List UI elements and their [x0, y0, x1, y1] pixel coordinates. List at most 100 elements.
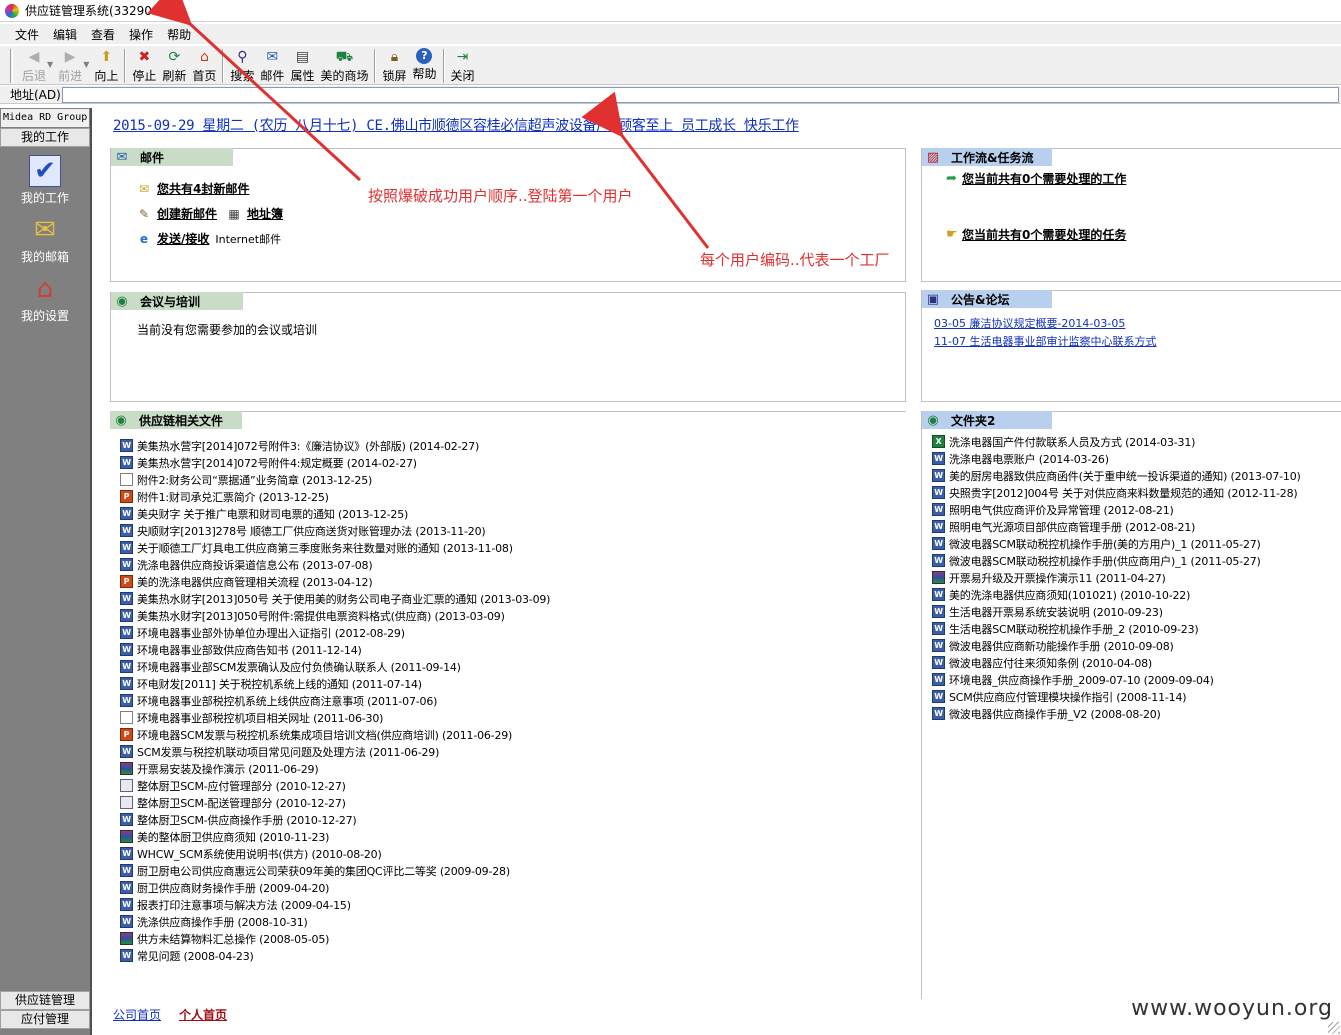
doc-item-label: 环电财发[2011] 关于税控机系统上线的通知 (2011-07-14)	[137, 677, 422, 691]
mail-panel-header: ✉ 邮件	[111, 148, 233, 166]
doc-item[interactable]: 环境电器事业部税控机项目相关网址 (2011-06-30)	[120, 709, 906, 726]
new-mail-link[interactable]: 您共有4封新邮件	[157, 180, 249, 197]
menu-edit[interactable]: 编辑	[50, 25, 80, 44]
forward-button[interactable]: ▶ 前进	[55, 46, 85, 84]
sidebar-item-my-settings[interactable]: ⌂ 我的设置	[0, 273, 90, 324]
menu-action[interactable]: 操作	[126, 25, 156, 44]
notice-board-icon: ▣	[926, 291, 940, 307]
create-mail-link[interactable]: 创建新邮件	[157, 205, 217, 222]
window-resize-grip[interactable]	[1328, 1022, 1340, 1034]
meeting-panel-title: 会议与培训	[140, 294, 201, 309]
search-button[interactable]: ⚲ 搜索	[227, 46, 257, 84]
doc-item[interactable]: W 央顺财字[2013]278号 顺德工厂供应商送货对账管理办法 (2013-11…	[120, 522, 906, 539]
doc-item[interactable]: W 洗涤电器供应商投诉渠道信息公布 (2013-07-08)	[120, 556, 906, 573]
doc-item[interactable]: X 洗涤电器国产件付款联系人员及方式 (2014-03-31)	[932, 433, 1341, 450]
doc-item-label: 美的洗涤电器供应商须知(101021) (2010-10-22)	[949, 588, 1191, 602]
sidebar-section-supply-chain[interactable]: 供应链管理	[0, 991, 90, 1010]
doc-item[interactable]: W 照明电气光源项目部供应商管理手册 (2012-08-21)	[932, 518, 1341, 535]
doc-item[interactable]: W 洗涤电器电票账户 (2014-03-26)	[932, 450, 1341, 467]
doc-item[interactable]: W 常见问题 (2008-04-23)	[120, 947, 906, 964]
doc-item[interactable]: W SCM发票与税控机联动项目常见问题及处理方法 (2011-06-29)	[120, 743, 906, 760]
back-button[interactable]: ◀ 后退	[19, 46, 49, 84]
stop-button[interactable]: ✖ 停止	[129, 46, 159, 84]
word-file-icon: W	[120, 949, 133, 962]
pending-work-link[interactable]: 您当前共有0个需要处理的工作	[962, 170, 1126, 187]
doc-item[interactable]: W 美的厨房电器致供应商函件(关于重申统一投诉渠道的通知) (2013-07-10…	[932, 467, 1341, 484]
doc-item[interactable]: W 微波电器应付往来须知条例 (2010-04-08)	[932, 654, 1341, 671]
sidebar-item-my-mailbox[interactable]: ✉ 我的邮箱	[0, 214, 90, 265]
doc-item[interactable]: P 美的洗涤电器供应商管理相关流程 (2013-04-12)	[120, 573, 906, 590]
doc-item[interactable]: 整体厨卫SCM-应付管理部分 (2010-12-27)	[120, 777, 906, 794]
pending-task-link[interactable]: 您当前共有0个需要处理的任务	[962, 226, 1126, 243]
doc-item[interactable]: W 央照贵字[2012]004号 关于对供应商来料数量规范的通知 (2012-11…	[932, 484, 1341, 501]
toolbar-grip[interactable]	[10, 49, 13, 83]
doc-item-label: 洗涤供应商操作手册 (2008-10-31)	[137, 915, 308, 929]
doc-item[interactable]: P 环境电器SCM发票与税控机系统集成项目培训文档(供应商培训) (2011-06…	[120, 726, 906, 743]
doc-item[interactable]: W 美集热水营字[2014]072号附件4:规定概要 (2014-02-27)	[120, 454, 906, 471]
meeting-panel: ◉ 会议与培训 当前没有您需要参加的会议或培训	[110, 292, 906, 402]
help-button[interactable]: ? 帮助	[409, 46, 439, 82]
mall-button[interactable]: ⛟ 美的商场	[317, 46, 371, 84]
doc-item[interactable]: W 环境电器_供应商操作手册_2009-07-10 (2009-09-04)	[932, 671, 1341, 688]
doc-item[interactable]: 整体厨卫SCM-配送管理部分 (2010-12-27)	[120, 794, 906, 811]
doc-item[interactable]: W 照明电气供应商评价及异常管理 (2012-08-21)	[932, 501, 1341, 518]
doc-item[interactable]: W 整体厨卫SCM-供应商操作手册 (2010-12-27)	[120, 811, 906, 828]
send-receive-link[interactable]: 发送/接收	[157, 230, 209, 247]
doc-item[interactable]: W 洗涤供应商操作手册 (2008-10-31)	[120, 913, 906, 930]
doc-item[interactable]: W 微波电器SCM联动税控机操作手册(美的方用户)_1 (2011-05-27)	[932, 535, 1341, 552]
menu-file[interactable]: 文件	[12, 25, 42, 44]
doc-item[interactable]: W 美央财字 关于推广电票和财司电票的通知 (2013-12-25)	[120, 505, 906, 522]
sidebar-section-payables[interactable]: 应付管理	[0, 1010, 90, 1029]
close-button[interactable]: ⇥ 关闭	[448, 46, 478, 84]
back-dropdown-icon[interactable]: ▼	[47, 60, 53, 69]
doc-item[interactable]: 附件2:财务公司“票据通”业务简章 (2013-12-25)	[120, 471, 906, 488]
doc-item[interactable]: W 微波电器供应商操作手册_V2 (2008-08-20)	[932, 705, 1341, 722]
doc-item[interactable]: W 厨卫厨电公司供应商惠远公司荣获09年美的集团QC评比二等奖 (2009-09-…	[120, 862, 906, 879]
doc-item[interactable]: 开票易升级及开票操作演示11 (2011-04-27)	[932, 569, 1341, 586]
doc-item[interactable]: W 美集热水财字[2013]050号附件:需提供电票资料格式(供应商) (2013…	[120, 607, 906, 624]
notice-link-1[interactable]: 11-07 生活电器事业部审计监察中心联系方式	[934, 333, 1341, 351]
doc-item[interactable]: W 环境电器事业部税控机系统上线供应商注意事项 (2011-07-06)	[120, 692, 906, 709]
lock-screen-button[interactable]: 🔒︎ 锁屏	[379, 46, 409, 84]
mail-button[interactable]: ✉ 邮件	[257, 46, 287, 84]
address-input[interactable]	[62, 86, 1339, 103]
company-home-link[interactable]: 公司首页	[113, 1006, 161, 1023]
toolbar-separator	[222, 49, 225, 83]
doc-item[interactable]: W 微波电器供应商新功能操作手册 (2010-09-08)	[932, 637, 1341, 654]
doc-item[interactable]: 开票易安装及操作演示 (2011-06-29)	[120, 760, 906, 777]
forward-dropdown-icon[interactable]: ▼	[83, 60, 89, 69]
doc-item[interactable]: W 生活电器开票易系统安装说明 (2010-09-23)	[932, 603, 1341, 620]
doc-item[interactable]: W SCM供应商应付管理模块操作指引 (2008-11-14)	[932, 688, 1341, 705]
doc-item[interactable]: W 环境电器事业部SCM发票确认及应付负债确认联系人 (2011-09-14)	[120, 658, 906, 675]
personal-home-link[interactable]: 个人首页	[179, 1006, 227, 1023]
doc-item[interactable]: W 环境电器事业部外协单位办理出入证指引 (2012-08-29)	[120, 624, 906, 641]
doc-item[interactable]: 供方未结算物料汇总操作 (2008-05-05)	[120, 930, 906, 947]
sidebar-item-my-work[interactable]: ✔ 我的工作	[0, 155, 90, 206]
word-file-icon: W	[932, 622, 945, 635]
doc-item[interactable]: W 关于顺德工厂灯具电工供应商第三季度账务来往数量对账的通知 (2013-11-0…	[120, 539, 906, 556]
doc-item[interactable]: W WHCW_SCM系统使用说明书(供方) (2010-08-20)	[120, 845, 906, 862]
up-button[interactable]: ⬆ 向上	[91, 46, 121, 84]
sidebar-section-my-work[interactable]: 我的工作	[0, 128, 90, 147]
address-book-link[interactable]: 地址簿	[247, 205, 283, 222]
word-file-icon: W	[932, 707, 945, 720]
menu-help[interactable]: 帮助	[164, 25, 194, 44]
doc-item[interactable]: 美的整体厨卫供应商须知 (2010-11-23)	[120, 828, 906, 845]
home-button[interactable]: ⌂ 首页	[189, 46, 219, 84]
doc-item[interactable]: W 微波电器SCM联动税控机操作手册(供应商用户)_1 (2011-05-27)	[932, 552, 1341, 569]
doc-item-label: 生活电器SCM联动税控机操作手册_2 (2010-09-23)	[949, 622, 1199, 636]
properties-button[interactable]: ▤ 属性	[287, 46, 317, 84]
doc-item[interactable]: W 美集热水财字[2013]050号 关于使用美的财务公司电子商业汇票的通知 (2…	[120, 590, 906, 607]
doc-item[interactable]: W 美集热水营字[2014]072号附件3:《廉洁协议》(外部版) (2014-0…	[120, 437, 906, 454]
doc-item[interactable]: W 美的洗涤电器供应商须知(101021) (2010-10-22)	[932, 586, 1341, 603]
date-banner-link[interactable]: 2015-09-29 星期二 (农历 八月十七) CE.佛山市顺德区容桂必信超声…	[113, 115, 799, 135]
notice-link-0[interactable]: 03-05 廉洁协议规定概要-2014-03-05	[934, 315, 1341, 333]
menu-view[interactable]: 查看	[88, 25, 118, 44]
doc-item[interactable]: W 厨卫供应商财务操作手册 (2009-04-20)	[120, 879, 906, 896]
doc-item[interactable]: W 环境电器事业部致供应商告知书 (2011-12-14)	[120, 641, 906, 658]
doc-item[interactable]: W 生活电器SCM联动税控机操作手册_2 (2010-09-23)	[932, 620, 1341, 637]
doc-item[interactable]: P 附件1:财司承兑汇票简介 (2013-12-25)	[120, 488, 906, 505]
doc-item[interactable]: W 环电财发[2011] 关于税控机系统上线的通知 (2011-07-14)	[120, 675, 906, 692]
refresh-button[interactable]: ⟳ 刷新	[159, 46, 189, 84]
doc-item[interactable]: W 报表打印注意事项与解决方法 (2009-04-15)	[120, 896, 906, 913]
